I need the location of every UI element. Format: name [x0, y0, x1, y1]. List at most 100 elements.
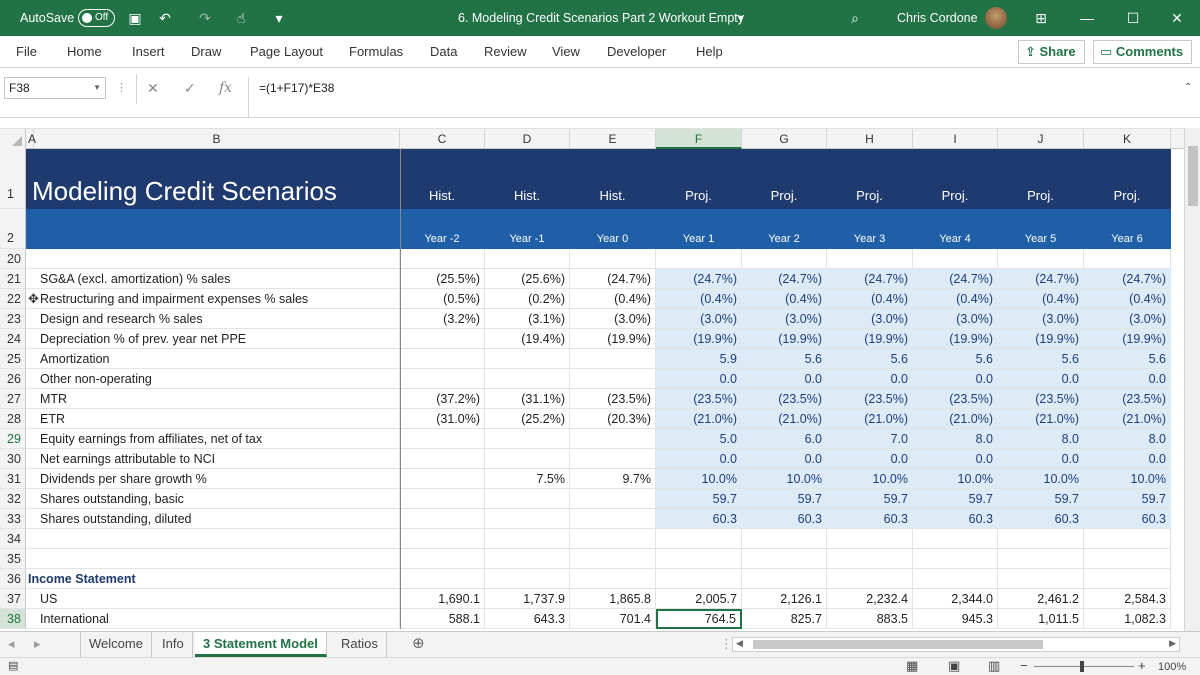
- data-cell[interactable]: 1,011.5: [998, 609, 1084, 629]
- data-cell[interactable]: [485, 569, 570, 589]
- year-label[interactable]: Year 2: [742, 209, 827, 249]
- data-cell[interactable]: (20.3%): [570, 409, 656, 429]
- data-cell[interactable]: 0.0: [656, 449, 742, 469]
- column-header[interactable]: B: [34, 129, 400, 149]
- data-cell[interactable]: 10.0%: [998, 469, 1084, 489]
- add-sheet-icon[interactable]: ⊕: [404, 632, 433, 657]
- ribbon-display-icon[interactable]: ⊞: [1032, 9, 1050, 27]
- data-cell[interactable]: 7.0: [827, 429, 913, 449]
- row-header[interactable]: 31: [0, 469, 26, 489]
- data-cell[interactable]: 0.0: [742, 369, 827, 389]
- data-cell[interactable]: 5.6: [913, 349, 998, 369]
- row-header[interactable]: 20: [0, 249, 26, 269]
- prev-sheet-icon[interactable]: ◂: [0, 632, 23, 657]
- data-cell[interactable]: [570, 529, 656, 549]
- row-header[interactable]: 2: [0, 209, 26, 249]
- data-cell[interactable]: 59.7: [827, 489, 913, 509]
- data-cell[interactable]: 0.0: [998, 369, 1084, 389]
- column-label[interactable]: Hist.: [400, 149, 485, 209]
- maximize-icon[interactable]: ☐: [1110, 0, 1156, 36]
- data-cell[interactable]: [485, 509, 570, 529]
- row-label[interactable]: Income Statement: [26, 569, 400, 589]
- data-cell[interactable]: 1,737.9: [485, 589, 570, 609]
- menu-home[interactable]: Home: [67, 36, 102, 68]
- data-cell[interactable]: (24.7%): [570, 269, 656, 289]
- name-box[interactable]: F38 ▼: [4, 77, 106, 99]
- row-label[interactable]: Design and research % sales: [26, 309, 400, 329]
- data-cell[interactable]: (21.0%): [1084, 409, 1171, 429]
- column-label[interactable]: Proj.: [1084, 149, 1171, 209]
- data-cell[interactable]: [827, 549, 913, 569]
- row-header[interactable]: 22: [0, 289, 26, 309]
- column-header[interactable]: H: [827, 129, 913, 149]
- data-cell[interactable]: [485, 249, 570, 269]
- normal-view-icon[interactable]: ▦: [906, 658, 918, 674]
- data-cell[interactable]: (0.4%): [827, 289, 913, 309]
- row-header[interactable]: 30: [0, 449, 26, 469]
- data-cell[interactable]: (19.9%): [570, 329, 656, 349]
- worksheet[interactable]: ABCDEFGHIJK 1 Modeling Credit Scenarios Hi…: [0, 128, 1184, 631]
- data-cell[interactable]: (0.4%): [998, 289, 1084, 309]
- data-cell[interactable]: [742, 569, 827, 589]
- data-cell[interactable]: (21.0%): [827, 409, 913, 429]
- zoom-in-icon[interactable]: +: [1138, 658, 1146, 673]
- menu-data[interactable]: Data: [430, 36, 457, 68]
- macro-record-icon[interactable]: ▤: [8, 659, 18, 672]
- data-cell[interactable]: [998, 529, 1084, 549]
- row-label[interactable]: [26, 549, 400, 569]
- avatar[interactable]: [985, 7, 1007, 29]
- cancel-icon[interactable]: ✕: [147, 77, 159, 99]
- column-header[interactable]: I: [913, 129, 998, 149]
- data-cell[interactable]: 60.3: [742, 509, 827, 529]
- data-cell[interactable]: 10.0%: [827, 469, 913, 489]
- data-cell[interactable]: [1084, 249, 1171, 269]
- enter-icon[interactable]: ✓: [184, 77, 196, 99]
- row-header[interactable]: 29: [0, 429, 26, 449]
- year-label[interactable]: Year 4: [913, 209, 998, 249]
- data-cell[interactable]: (21.0%): [998, 409, 1084, 429]
- data-cell[interactable]: [827, 569, 913, 589]
- data-cell[interactable]: [400, 569, 485, 589]
- column-header[interactable]: A: [26, 129, 36, 149]
- column-header[interactable]: E: [570, 129, 656, 149]
- data-cell[interactable]: [400, 329, 485, 349]
- data-cell[interactable]: (23.5%): [998, 389, 1084, 409]
- data-cell[interactable]: [485, 369, 570, 389]
- data-cell[interactable]: (23.5%): [742, 389, 827, 409]
- row-label[interactable]: SG&A (excl. amortization) % sales: [26, 269, 400, 289]
- data-cell[interactable]: [400, 449, 485, 469]
- data-cell[interactable]: 701.4: [570, 609, 656, 629]
- data-cell[interactable]: 6.0: [742, 429, 827, 449]
- chevron-down-icon[interactable]: ▼: [93, 78, 101, 98]
- select-all-corner[interactable]: [0, 129, 26, 149]
- page-layout-view-icon[interactable]: ▣: [948, 658, 960, 674]
- data-cell[interactable]: (19.9%): [998, 329, 1084, 349]
- data-cell[interactable]: (24.7%): [827, 269, 913, 289]
- menu-formulas[interactable]: Formulas: [349, 36, 403, 68]
- data-cell[interactable]: (3.0%): [742, 309, 827, 329]
- data-cell[interactable]: (19.9%): [1084, 329, 1171, 349]
- data-cell[interactable]: (0.4%): [913, 289, 998, 309]
- year-label[interactable]: Year 1: [656, 209, 742, 249]
- zoom-slider-thumb[interactable]: [1080, 661, 1084, 672]
- data-cell[interactable]: [656, 549, 742, 569]
- row-label[interactable]: Shares outstanding, diluted: [26, 509, 400, 529]
- data-cell[interactable]: (37.2%): [400, 389, 485, 409]
- redo-icon[interactable]: ↷: [196, 9, 214, 27]
- data-cell[interactable]: [400, 549, 485, 569]
- row-label[interactable]: Other non-operating: [26, 369, 400, 389]
- touch-mode-icon[interactable]: ☝: [232, 9, 250, 27]
- data-cell[interactable]: (25.5%): [400, 269, 485, 289]
- data-cell[interactable]: 2,232.4: [827, 589, 913, 609]
- data-cell[interactable]: 883.5: [827, 609, 913, 629]
- menu-help[interactable]: Help: [696, 36, 723, 68]
- data-cell[interactable]: 10.0%: [656, 469, 742, 489]
- data-cell[interactable]: (0.4%): [656, 289, 742, 309]
- data-cell[interactable]: [570, 549, 656, 569]
- data-cell[interactable]: [1084, 569, 1171, 589]
- more-options-icon[interactable]: ⋮: [116, 77, 127, 99]
- row-header[interactable]: 24: [0, 329, 26, 349]
- column-header[interactable]: G: [742, 129, 827, 149]
- row-label[interactable]: Amortization: [26, 349, 400, 369]
- data-cell[interactable]: (24.7%): [656, 269, 742, 289]
